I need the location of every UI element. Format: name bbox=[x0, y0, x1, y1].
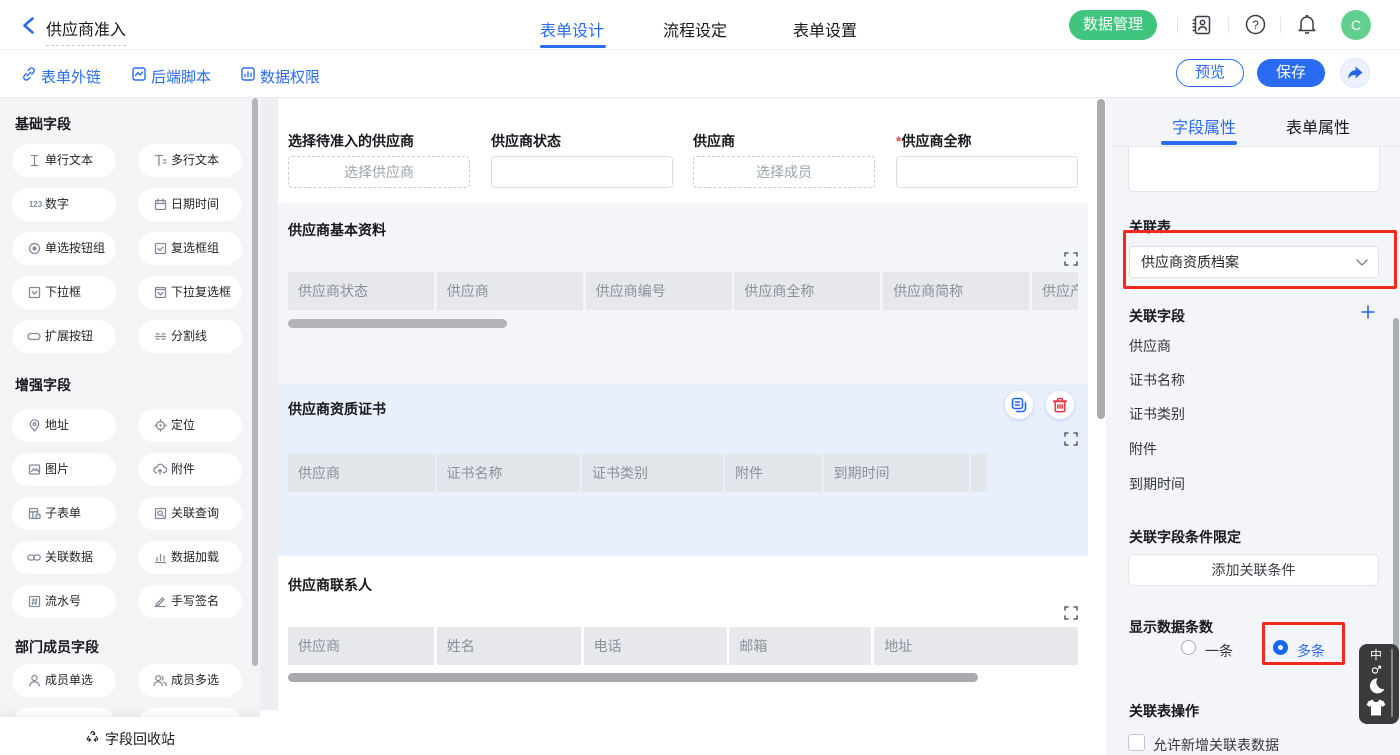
svg-text:?: ? bbox=[1252, 18, 1259, 32]
